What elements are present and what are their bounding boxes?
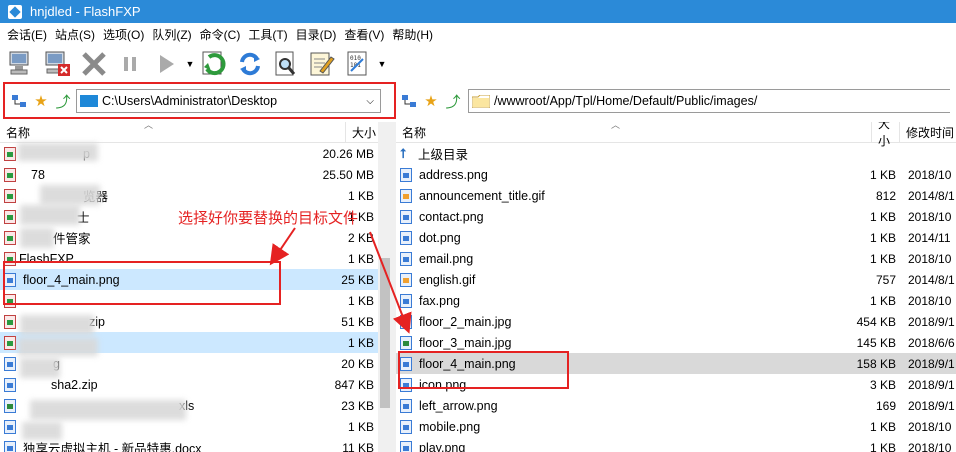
png-file-icon: [400, 440, 412, 452]
remote-path-text: /wwwroot/App/Tpl/Home/Default/Public/ima…: [494, 94, 758, 108]
window-title: hnjdled - FlashFXP: [30, 4, 141, 19]
list-item[interactable]: contact.png 1 KB 2018/10: [396, 206, 956, 227]
file-icon: [4, 377, 16, 392]
connect-icon[interactable]: [4, 47, 40, 81]
file-icon: [4, 167, 16, 182]
docx-file-icon: [4, 440, 16, 452]
col-size-header[interactable]: 大小: [346, 122, 378, 143]
annotation-box-local-file: [3, 261, 281, 305]
disconnect-icon[interactable]: [40, 47, 76, 81]
menu-tools[interactable]: 工具(T): [245, 26, 290, 43]
privacy-blur: [30, 400, 186, 420]
png-file-icon: [400, 230, 412, 245]
remote-browse-icon[interactable]: [398, 90, 420, 112]
list-item[interactable]: announcement_title.gif 812 2014/8/1: [396, 185, 956, 206]
binary-dropdown-icon[interactable]: ▼: [376, 47, 388, 81]
menu-view[interactable]: 查看(V): [341, 26, 387, 43]
privacy-blur: [20, 315, 94, 335]
menu-sites[interactable]: 站点(S): [52, 26, 98, 43]
png-file-icon: [400, 398, 412, 413]
jpg-file-icon: [400, 335, 412, 350]
privacy-blur: [20, 358, 60, 378]
up-arrow-icon: ⭡: [400, 145, 407, 161]
pause-icon[interactable]: [112, 47, 148, 81]
flashfxp-logo-icon: [8, 4, 22, 19]
remote-path-bar: ★ ⤴ /wwwroot/App/Tpl/Home/Default/Public…: [392, 86, 956, 116]
list-item[interactable]: email.png 1 KB 2018/10: [396, 248, 956, 269]
svg-text:010: 010: [350, 55, 361, 62]
toolbar: ▼ 010101 ▼: [0, 45, 956, 83]
file-icon: [4, 209, 16, 224]
menu-bar: 会话(E) 站点(S) 选项(O) 队列(Z) 命令(C) 工具(T) 目录(D…: [0, 23, 956, 45]
col-name-header[interactable]: 名称: [396, 122, 872, 143]
menu-queue[interactable]: 队列(Z): [149, 26, 194, 43]
menu-options[interactable]: 选项(O): [100, 26, 147, 43]
favorites-star-icon[interactable]: ★: [420, 90, 442, 112]
jpg-file-icon: [400, 314, 412, 329]
list-item[interactable]: floor_2_main.jpg 454 KB 2018/9/1: [396, 311, 956, 332]
remote-file-panel: 名称 大小 修改时间 ︿ ⭡ 上级目录 address.png 1 KB 2018/1…: [396, 122, 956, 452]
list-item[interactable]: mobile.png 1 KB 2018/10: [396, 416, 956, 437]
png-file-icon: [400, 251, 412, 266]
privacy-blur: [20, 205, 80, 225]
menu-help[interactable]: 帮助(H): [389, 26, 436, 43]
file-icon: [4, 356, 16, 371]
gif-file-icon: [400, 272, 412, 287]
edit-icon[interactable]: [304, 47, 340, 81]
annotation-box-remote-file: [398, 351, 569, 389]
privacy-blur: [18, 143, 98, 161]
list-item[interactable]: left_arrow.png 169 2018/9/1: [396, 395, 956, 416]
png-file-icon: [400, 209, 412, 224]
list-item[interactable]: english.gif 757 2014/8/1: [396, 269, 956, 290]
refresh-icon[interactable]: [232, 47, 268, 81]
file-icon: [4, 146, 16, 161]
annotation-text: 选择好你要替换的目标文件: [178, 210, 359, 227]
view-icon[interactable]: [268, 47, 304, 81]
list-item[interactable]: fax.png 1 KB 2018/10: [396, 290, 956, 311]
file-icon: [4, 230, 16, 245]
menu-directory[interactable]: 目录(D): [293, 26, 340, 43]
col-date-header[interactable]: 修改时间: [900, 122, 956, 143]
local-header: 名称 大小 ︿: [0, 122, 378, 143]
list-item[interactable]: play.png 1 KB 2018/10: [396, 437, 956, 452]
file-icon: [4, 314, 16, 329]
file-icon: [4, 188, 16, 203]
parent-directory-row[interactable]: ⭡ 上级目录: [396, 143, 956, 164]
file-icon: [4, 398, 16, 413]
file-icon: [4, 335, 16, 350]
local-scrollbar-thumb[interactable]: [380, 258, 390, 408]
play-icon[interactable]: [148, 47, 184, 81]
png-file-icon: [400, 293, 412, 308]
binary-mode-icon[interactable]: 010101: [340, 47, 376, 81]
file-icon: [4, 419, 16, 434]
gif-file-icon: [400, 188, 412, 203]
col-size-header[interactable]: 大小: [872, 122, 900, 148]
remote-path-field[interactable]: /wwwroot/App/Tpl/Home/Default/Public/ima…: [468, 89, 950, 113]
privacy-blur: [20, 228, 54, 248]
list-item[interactable]: address.png 1 KB 2018/10: [396, 164, 956, 185]
col-name-header[interactable]: 名称: [0, 122, 346, 143]
title-bar: hnjdled - FlashFXP: [0, 0, 956, 23]
privacy-blur: [22, 422, 62, 440]
sort-caret-icon: ︿: [611, 122, 621, 130]
list-item[interactable]: 78 25.50 MB: [0, 164, 378, 185]
list-item[interactable]: dot.png 1 KB 2014/11: [396, 227, 956, 248]
play-dropdown-icon[interactable]: ▼: [184, 47, 196, 81]
remote-file-list: ⭡ 上级目录 address.png 1 KB 2018/10 announcemen…: [396, 143, 956, 452]
list-item[interactable]: floor_3_main.jpg 145 KB 2018/6/6: [396, 332, 956, 353]
png-file-icon: [400, 167, 412, 182]
parent-dir-icon[interactable]: ⤴: [442, 90, 464, 112]
remote-header: 名称 大小 修改时间 ︿: [396, 122, 956, 148]
menu-session[interactable]: 会话(E): [4, 26, 50, 43]
abort-icon[interactable]: [76, 47, 112, 81]
png-file-icon: [400, 419, 412, 434]
sort-caret-icon: ︿: [144, 122, 154, 130]
list-item[interactable]: 件管家 2 KB: [0, 227, 378, 248]
folder-icon: [472, 94, 490, 108]
annotation-box-path: [3, 82, 396, 119]
privacy-blur: [18, 338, 98, 356]
transfer-icon[interactable]: [196, 47, 232, 81]
menu-commands[interactable]: 命令(C): [197, 26, 244, 43]
privacy-blur: [40, 185, 100, 205]
